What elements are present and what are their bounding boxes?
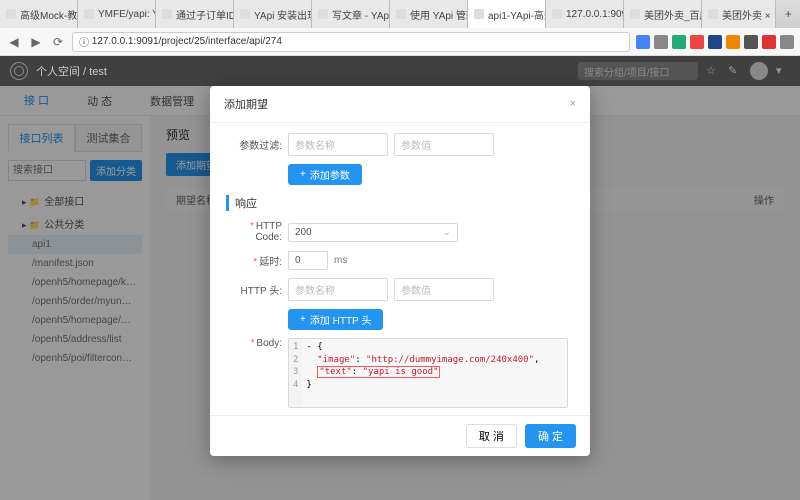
edit-icon[interactable]: ✎ [728,64,742,78]
back-button[interactable]: ◀ [6,34,22,50]
delay-input[interactable]: 0 [288,251,328,270]
label-http-header: HTTP 头: [226,282,282,297]
extension-icons [636,35,794,49]
cancel-button[interactable]: 取 消 [466,424,517,448]
param-name-input[interactable]: 参数名称 [288,133,388,156]
browser-tab[interactable]: 127.0.0.1:9091/ × [546,0,624,28]
star-icon[interactable]: ☆ [706,64,720,78]
extension-icon[interactable] [636,35,650,49]
body-editor[interactable]: 1234 - { "image": "http://dummyimage.com… [288,338,568,408]
plus-icon: + [300,169,306,180]
add-expectation-modal: 添加期望 × 参数过滤: 参数名称 参数值 +添加参数 响应 HTTP Code… [210,86,590,456]
browser-tab[interactable]: 美团外卖_百度搜 × [624,0,702,28]
plus-icon: + [300,314,306,325]
http-code-select[interactable]: 200⌄ [288,223,458,242]
chevron-down-icon[interactable]: ▾ [776,64,790,78]
browser-tab[interactable]: 高级Mock-教程 × [0,0,78,28]
browser-tabstrip: 高级Mock-教程 × YMFE/yapi: YApi × 通过子订单ID获取 … [0,0,800,28]
add-param-button[interactable]: +添加参数 [288,164,362,185]
line-gutter: 1234 [289,339,302,407]
label-http-code: HTTP Code: [226,221,282,243]
browser-tab[interactable]: YApi 安装出现问 × [234,0,312,28]
address-bar: ◀ ▶ ⟳ ⓘ 127.0.0.1:9091/project/25/interf… [0,28,800,56]
extension-icon[interactable] [672,35,686,49]
extension-icon[interactable] [690,35,704,49]
menu-icon[interactable] [780,35,794,49]
global-search-input[interactable]: 搜索分组/项目/接口 [578,62,698,80]
breadcrumb: 个人空间 / test [36,63,107,79]
app-header: 个人空间 / test 搜索分组/项目/接口 ☆ ✎ ▾ [0,56,800,86]
label-delay: 延时: [226,253,282,268]
browser-tab[interactable]: 使用 YApi 管理 × [390,0,468,28]
yapi-logo-icon [10,62,28,80]
extension-icon[interactable] [708,35,722,49]
label-body: Body: [226,338,282,349]
header-name-input[interactable]: 参数名称 [288,278,388,301]
browser-tab[interactable]: api1-YApi-高效 × [468,0,546,28]
browser-tab[interactable]: 写文章 - YApi Ji. × [312,0,390,28]
extension-icon[interactable] [744,35,758,49]
header-value-input[interactable]: 参数值 [394,278,494,301]
avatar[interactable] [750,62,768,80]
code-content[interactable]: - { "image": "http://dummyimage.com/240x… [302,339,567,407]
close-icon[interactable]: × [570,98,576,110]
extension-icon[interactable] [654,35,668,49]
modal-title: 添加期望 [224,96,268,112]
response-section-title: 响应 [226,195,574,211]
add-header-button[interactable]: +添加 HTTP 头 [288,309,383,330]
new-tab-button[interactable]: + [776,0,800,28]
delay-unit: ms [334,255,347,266]
browser-tab[interactable]: 美团外卖 × [702,0,776,28]
forward-button[interactable]: ▶ [28,34,44,50]
omnibox[interactable]: ⓘ 127.0.0.1:9091/project/25/interface/ap… [72,32,630,52]
reload-button[interactable]: ⟳ [50,34,66,50]
extension-icon[interactable] [762,35,776,49]
browser-tab[interactable]: 通过子订单ID获取 × [156,0,234,28]
confirm-button[interactable]: 确 定 [525,424,576,448]
extension-icon[interactable] [726,35,740,49]
browser-tab[interactable]: YMFE/yapi: YApi × [78,0,156,28]
chevron-down-icon: ⌄ [443,227,451,238]
label-param-filter: 参数过滤: [226,137,282,152]
param-value-input[interactable]: 参数值 [394,133,494,156]
